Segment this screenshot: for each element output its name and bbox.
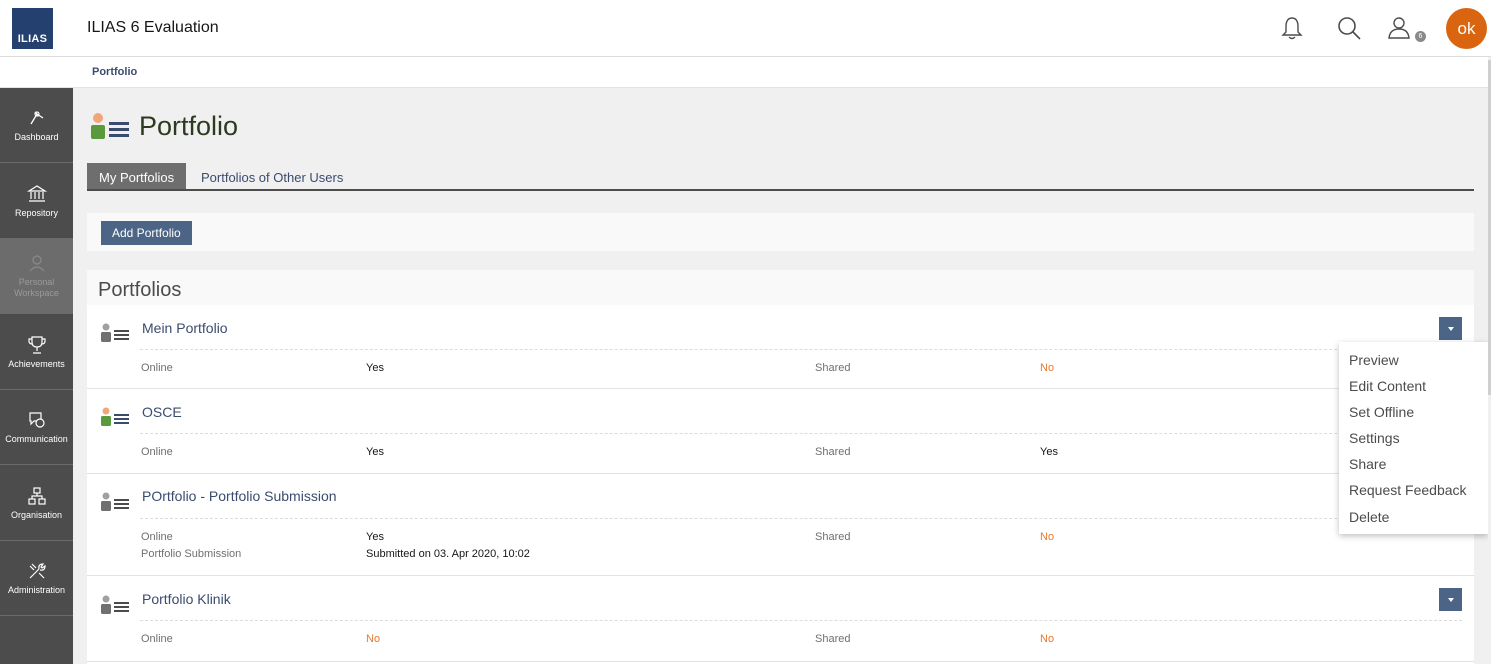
panel-title: Portfolios [98,279,182,301]
online-value: Yes [366,446,384,458]
online-value: Yes [366,531,384,543]
divider [140,433,1462,434]
contacts-badge: 6 [1415,31,1426,42]
submission-label: Portfolio Submission [141,548,242,560]
dashboard-icon [29,110,43,124]
app-title: ILIAS 6 Evaluation [87,19,219,36]
portfolio-icon [91,113,129,139]
tab-bar: My Portfolios Portfolios of Other Users [87,163,1474,191]
repository-icon [26,184,47,202]
portfolio-title-link[interactable]: Portfolio Klinik [142,591,231,607]
online-label: Online [141,362,173,374]
sidebar-item-organisation[interactable]: Organisation [0,466,73,541]
list-item: POrtfolio - Portfolio Submission Online … [87,475,1474,576]
bell-icon[interactable] [1278,14,1306,42]
breadcrumb: Portfolio [0,57,1491,88]
sidebar-item-repository[interactable]: Repository [0,164,73,239]
contacts-icon[interactable] [1386,14,1414,42]
tab-my-portfolios[interactable]: My Portfolios [87,163,187,189]
top-bar: ILIAS ILIAS 6 Evaluation 6 ok [0,0,1491,57]
administration-icon [29,562,46,578]
main-content: Portfolio My Portfolios Portfolios of Ot… [73,88,1491,664]
online-value: Yes [366,362,384,374]
logo-text: ILIAS [17,33,48,45]
sidebar-item-achievements[interactable]: Achievements [0,315,73,390]
shared-label: Shared [815,446,851,458]
portfolios-panel: Portfolios Mein Portfolio Online Yes Sha… [87,270,1474,664]
sidebar-label: Dashboard [14,131,59,142]
portfolio-item-icon [101,595,129,614]
sidebar-label: Repository [14,207,59,218]
portfolio-item-icon [101,492,129,511]
divider [140,620,1462,621]
workspace-icon [29,255,44,272]
sidebar-item-dashboard[interactable]: Dashboard [0,88,73,163]
tab-portfolios-of-other-users[interactable]: Portfolios of Other Users [189,163,355,189]
online-label: Online [141,531,173,543]
online-label: Online [141,446,173,458]
avatar-initials: ok [1457,18,1476,38]
panel-header: Portfolios [87,270,1474,305]
portfolio-title-link[interactable]: Mein Portfolio [142,320,228,336]
submission-value: Submitted on 03. Apr 2020, 10:02 [366,548,530,560]
sidebar-label: Communication [5,433,68,444]
menu-item-set-offline[interactable]: Set Offline [1349,404,1414,420]
menu-item-settings[interactable]: Settings [1349,430,1400,446]
communication-icon [28,411,45,428]
menu-item-preview[interactable]: Preview [1349,352,1399,368]
divider [140,518,1462,519]
shared-value: No [1040,362,1055,374]
add-portfolio-button[interactable]: Add Portfolio [101,221,192,245]
portfolio-title-link[interactable]: POrtfolio - Portfolio Submission [142,488,337,504]
portfolio-title-link[interactable]: OSCE [142,404,182,420]
actions-dropdown-button[interactable] [1439,588,1462,611]
menu-item-edit-content[interactable]: Edit Content [1349,378,1426,394]
online-value: No [366,633,381,645]
online-label: Online [141,633,173,645]
sidebar-label: Achievements [8,358,65,369]
search-icon[interactable] [1335,14,1363,42]
shared-value: No [1040,531,1055,543]
shared-value: Yes [1040,446,1058,458]
actions-dropdown-menu: Preview Edit Content Set Offline Setting… [1339,342,1488,534]
toolbar: Add Portfolio [87,213,1474,251]
divider [140,349,1462,350]
portfolio-item-icon [101,323,129,342]
avatar[interactable]: ok [1446,8,1487,49]
actions-dropdown-button[interactable] [1439,317,1462,340]
ilias-logo[interactable]: ILIAS [12,8,53,49]
sidebar-item-personal-workspace[interactable]: Personal Workspace [0,239,73,314]
trophy-icon [27,335,46,354]
organisation-icon [27,486,46,505]
menu-item-share[interactable]: Share [1349,456,1386,472]
list-item: Mein Portfolio Online Yes Shared No [87,305,1474,389]
sidebar-item-administration[interactable]: Administration [0,541,73,616]
shared-label: Shared [815,633,851,645]
page-title: Portfolio [139,111,239,141]
menu-item-delete[interactable]: Delete [1349,509,1389,525]
portfolio-item-icon [101,407,129,426]
shared-label: Shared [815,362,851,374]
list-item: OSCE Online Yes Shared Yes [87,390,1474,474]
shared-value: No [1040,633,1055,645]
list-item: Portfolio Klinik Online No Shared No [87,577,1474,662]
shared-label: Shared [815,531,851,543]
main-sidebar: Dashboard Repository Personal Workspace … [0,88,73,664]
sidebar-label: Administration [7,584,66,595]
breadcrumb-item-portfolio[interactable]: Portfolio [92,66,137,78]
sidebar-label: Personal Workspace [14,277,59,298]
sidebar-item-communication[interactable]: Communication [0,390,73,465]
sidebar-label: Organisation [10,509,63,520]
menu-item-request-feedback[interactable]: Request Feedback [1349,482,1467,498]
